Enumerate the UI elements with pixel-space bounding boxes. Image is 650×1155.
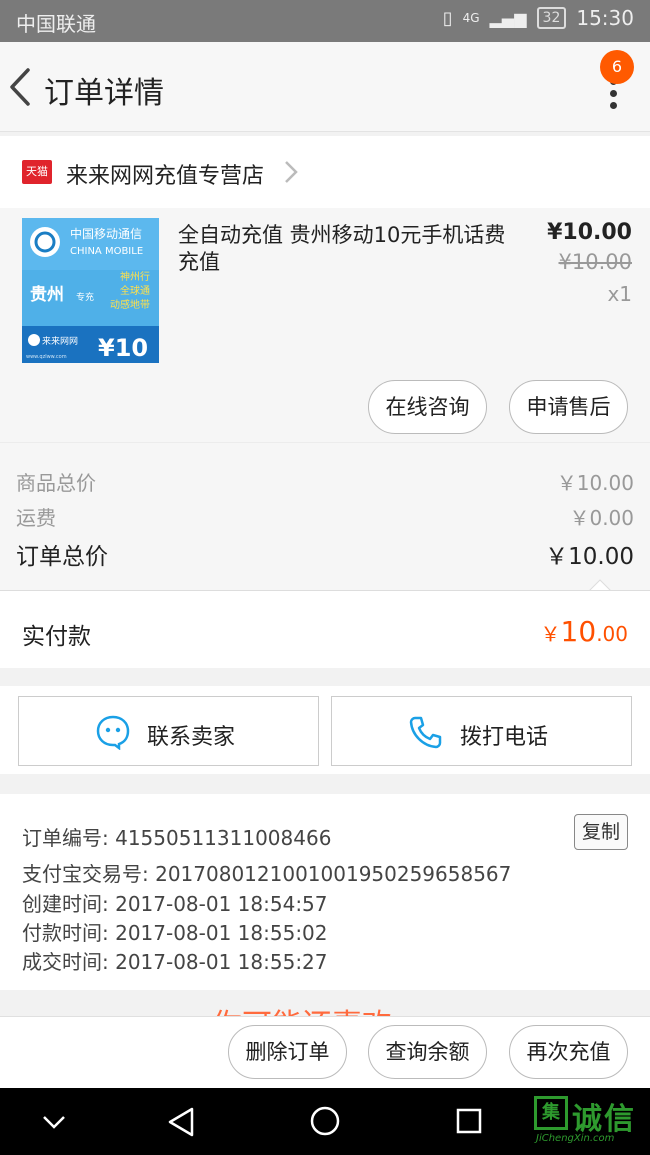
online-consult-button[interactable]: 在线咨询 [368, 380, 487, 434]
thumb-region: 贵州 [30, 284, 64, 305]
thumb-amount: ¥10 [98, 334, 148, 362]
signal-icon: ▂▄▆ [489, 8, 527, 28]
paid-integer: 10 [560, 615, 597, 648]
goods-total-value: ￥10.00 [556, 471, 634, 495]
message-count-badge: 6 [600, 50, 634, 84]
system-nav-bar: 集 诚信 JiChengXin.com [0, 1088, 650, 1155]
goods-total-label: 商品总价 [16, 471, 96, 495]
paid-currency: ￥ [540, 622, 561, 646]
thumb-logo-url: www.qzlww.com [26, 354, 67, 360]
more-menu-icon[interactable] [610, 78, 620, 118]
paid-amount-row: 实付款 ￥10.00 [0, 590, 650, 668]
recommend-header: 你可能还喜欢 [0, 990, 650, 1016]
chevron-right-icon [285, 161, 298, 183]
thumb-slogan-1: 神州行 [120, 270, 150, 283]
order-total-value: ￥10.00 [545, 544, 634, 570]
nav-back-icon[interactable] [166, 1106, 196, 1138]
watermark-box: 集 [534, 1096, 568, 1130]
battery-icon: 32 [536, 7, 567, 29]
collapse-down-icon[interactable] [40, 1110, 68, 1134]
call-phone-button[interactable]: 拨打电话 [331, 696, 632, 766]
created-time: 创建时间: 2017-08-01 18:54:57 [22, 892, 328, 916]
product-thumbnail[interactable]: 中国移动通信 CHINA MOBILE 贵州 专充 神州行 全球通 动感地带 来… [22, 218, 159, 363]
alipay-trade-number: 支付宝交易号: 2017080121001001950259658567 [22, 862, 512, 886]
network-type: 4G [462, 11, 480, 25]
chat-bubble-icon [96, 715, 130, 750]
page-title: 订单详情 [44, 76, 164, 111]
clock: 15:30 [576, 6, 634, 30]
nav-recents-icon[interactable] [455, 1107, 483, 1135]
vibrate-icon: ▯ [442, 7, 453, 29]
watermark-url: JiChengXin.com [536, 1133, 615, 1144]
bottom-action-bar: 删除订单 查询余额 再次充值 [0, 1016, 650, 1088]
shipping-value: ￥0.00 [569, 506, 634, 530]
closed-time: 成交时间: 2017-08-01 18:55:27 [22, 950, 328, 974]
order-item[interactable]: 中国移动通信 CHINA MOBILE 贵州 专充 神州行 全球通 动感地带 来… [0, 208, 650, 442]
carrier-name: 中国联通 [16, 12, 96, 36]
phone-icon [409, 716, 442, 749]
shop-name: 来来网网充值专营店 [66, 164, 265, 189]
status-icons: ▯ 4G ▂▄▆ 32 15:30 [443, 6, 634, 30]
thumb-brand-en: CHINA MOBILE [70, 246, 143, 257]
nav-home-icon[interactable] [309, 1105, 341, 1137]
thumb-slogan-3: 动感地带 [110, 298, 150, 311]
item-quantity: x1 [607, 282, 632, 306]
paid-decimal: .00 [596, 622, 628, 646]
goods-total-row: 商品总价 ￥10.00 [16, 467, 634, 496]
price-summary: 商品总价 ￥10.00 运费 ￥0.00 订单总价 ￥10.00 [0, 442, 650, 592]
check-balance-button[interactable]: 查询余额 [368, 1025, 487, 1079]
thumb-region-suffix: 专充 [76, 291, 94, 303]
payment-time: 付款时间: 2017-08-01 18:55:02 [22, 921, 328, 945]
tmall-badge: 天猫 [22, 160, 52, 184]
apply-aftersale-button[interactable]: 申请售后 [509, 380, 628, 434]
recharge-again-button[interactable]: 再次充值 [509, 1025, 628, 1079]
header-bar: 订单详情 6 [0, 42, 650, 132]
shipping-label: 运费 [16, 506, 56, 530]
thumb-slogan-2: 全球通 [120, 284, 150, 297]
delete-order-button[interactable]: 删除订单 [228, 1025, 347, 1079]
copy-button[interactable]: 复制 [574, 814, 628, 850]
contact-seller-button[interactable]: 联系卖家 [18, 696, 319, 766]
recommend-title: 你可能还喜欢 [212, 1000, 392, 1016]
thumb-logo-text: 来来网网 [42, 336, 78, 347]
order-info-section: 订单编号: 41550511311008466 复制 支付宝交易号: 20170… [0, 794, 650, 990]
contact-section: 联系卖家 拨打电话 [0, 686, 650, 774]
back-arrow-icon[interactable] [6, 64, 36, 110]
contact-seller-label: 联系卖家 [147, 725, 236, 750]
call-phone-label: 拨打电话 [460, 725, 549, 750]
watermark-text: 诚信 [572, 1102, 636, 1137]
order-total-label: 订单总价 [16, 544, 108, 570]
shipping-row: 运费 ￥0.00 [16, 502, 634, 531]
order-number: 订单编号: 41550511311008466 [22, 826, 332, 850]
paid-amount: ￥10.00 [541, 615, 628, 648]
status-bar: 中国联通 ▯ 4G ▂▄▆ 32 15:30 [0, 0, 650, 42]
item-original-price: ¥10.00 [558, 250, 632, 274]
product-title[interactable]: 全自动充值 贵州移动10元手机话费充值 [178, 222, 508, 276]
shop-row[interactable]: 天猫 来来网网充值专营店 [0, 136, 650, 208]
thumb-brand-cn: 中国移动通信 [70, 226, 142, 241]
paid-label: 实付款 [22, 624, 91, 650]
order-total-row: 订单总价 ￥10.00 [16, 537, 634, 571]
item-price: ¥10.00 [547, 220, 632, 245]
